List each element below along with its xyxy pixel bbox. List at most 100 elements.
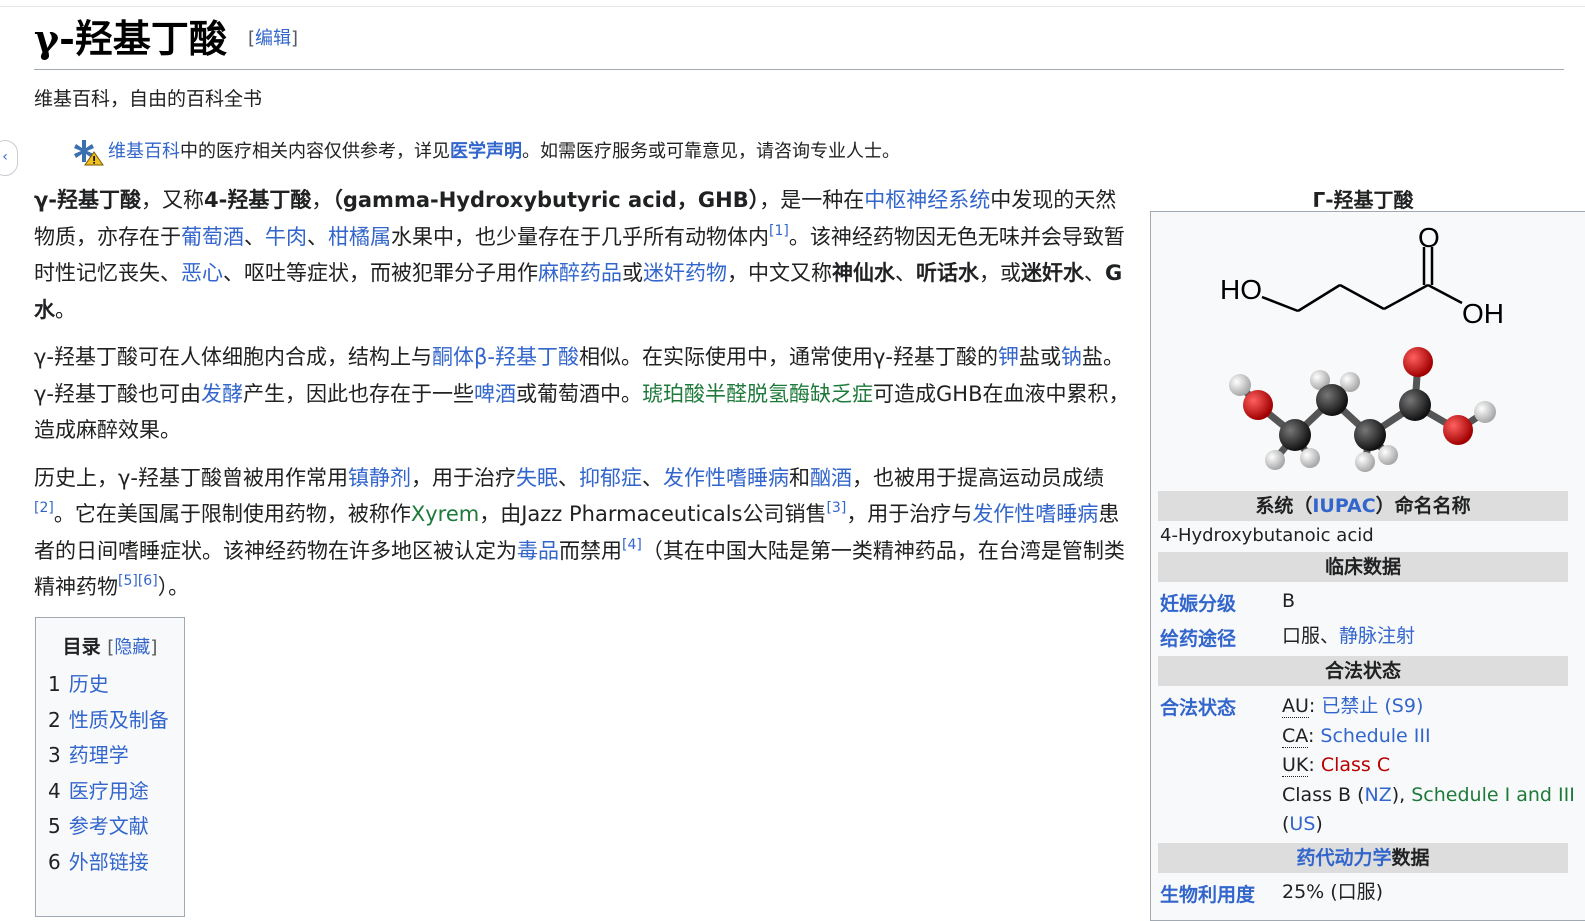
xyrem-link[interactable]: Xyrem xyxy=(411,502,479,526)
us-schedule-link[interactable]: Schedule I and III xyxy=(1411,784,1575,806)
narcolepsy-link-2[interactable]: 发作性嗜睡病 xyxy=(972,502,1098,526)
bioavailability-value: 25% (口服) xyxy=(1282,881,1384,903)
narcolepsy-link[interactable]: 发作性嗜睡病 xyxy=(663,466,789,490)
article-body: γ-羟基丁酸，又称4-羟基丁酸，（gamma-Hydroxybutyric ac… xyxy=(34,182,1134,617)
header-text: 系统（ xyxy=(1255,495,1313,517)
term-bold: 迷奸水 xyxy=(1021,261,1084,285)
ref-1[interactable]: [1] xyxy=(769,223,789,239)
depression-link[interactable]: 抑郁症 xyxy=(579,466,642,490)
text: 、 xyxy=(307,224,328,249)
table-of-contents: 目录 [隐藏] 1 历史 2 性质及制备 3 药理学 4 医疗用途 5 参考文献 6 外部链… xyxy=(35,617,185,917)
beer-link[interactable]: 啤酒 xyxy=(474,382,516,406)
ref-6[interactable]: [6] xyxy=(138,573,158,589)
edit-link[interactable]: 编辑 xyxy=(255,28,291,49)
toc-item-references[interactable]: 参考文献 xyxy=(69,814,149,838)
ball-and-stick-model-image[interactable] xyxy=(1220,340,1510,480)
text: γ-羟基丁酸可在人体细胞内合成，结构上与 xyxy=(34,345,433,369)
nz-link[interactable]: NZ xyxy=(1365,784,1392,806)
text: 、 xyxy=(244,224,265,249)
text: ，用于治疗与 xyxy=(846,502,973,526)
us-link[interactable]: US xyxy=(1289,813,1315,835)
nausea-link[interactable]: 恶心 xyxy=(181,261,223,285)
potassium-link[interactable]: 钾 xyxy=(998,345,1019,369)
text: 、 xyxy=(558,465,580,490)
us-text: ) xyxy=(1315,813,1323,835)
clinical-data-header: 临床数据 xyxy=(1158,552,1568,582)
sidebar-toggle-icon[interactable]: ‹ xyxy=(0,140,18,176)
ho-label: HO xyxy=(1220,274,1262,305)
toc-item-medical-use[interactable]: 医疗用途 xyxy=(69,779,149,803)
ref-5[interactable]: [5] xyxy=(118,573,138,589)
oh-label: OH xyxy=(1462,298,1504,329)
cns-link[interactable]: 中枢神经系统 xyxy=(864,188,990,212)
term-bold: γ-羟基丁酸 xyxy=(34,188,142,212)
sedative-link[interactable]: 镇静剂 xyxy=(348,466,411,490)
text: 、呕吐等症状，而被犯罪分子用作 xyxy=(223,261,538,285)
legal-status-header: 合法状态 xyxy=(1158,656,1568,686)
intravenous-link[interactable]: 静脉注射 xyxy=(1339,625,1415,647)
pregnancy-category-link[interactable]: 妊娠分级 xyxy=(1160,589,1236,616)
au-abbr: AU xyxy=(1282,695,1309,718)
paragraph-2: γ-羟基丁酸可在人体细胞内合成，结构上与酮体β-羟基丁酸相似。在实际使用中，通常… xyxy=(34,339,1134,449)
toc-toggle: [隐藏] xyxy=(107,637,157,658)
legal-au: AU: 已禁止 (S9) xyxy=(1282,695,1424,718)
date-rape-drug-link[interactable]: 迷奸药物 xyxy=(643,261,727,285)
toc-item-pharmacology[interactable]: 药理学 xyxy=(69,743,129,767)
bioavailability-link[interactable]: 生物利用度 xyxy=(1160,880,1255,907)
route-of-administration-link[interactable]: 给药途径 xyxy=(1160,624,1236,651)
ref-3[interactable]: [3] xyxy=(826,500,846,516)
medical-notice: 维基百科 中的医疗相关内容仅供参考，详见 医学声明 。如需医疗服务或可靠意见，请… xyxy=(72,138,900,166)
wikipedia-link[interactable]: 维基百科 xyxy=(108,138,180,166)
insomnia-link[interactable]: 失眠 xyxy=(516,466,558,490)
toc-item[interactable]: 6 外部链接 xyxy=(48,845,172,881)
au-status-link[interactable]: 已禁止 (S9) xyxy=(1321,695,1423,717)
text: ，中文又称 xyxy=(727,261,832,285)
toc-number: 3 xyxy=(48,743,61,767)
beef-link[interactable]: 牛肉 xyxy=(265,225,307,249)
text: ， xyxy=(311,188,333,212)
text: 或 xyxy=(622,261,643,285)
anesthetic-link[interactable]: 麻醉药品 xyxy=(538,261,622,285)
browser-top-edge xyxy=(0,0,1585,7)
term-bold: 神仙水 xyxy=(832,261,895,285)
toc-item[interactable]: 5 参考文献 xyxy=(48,809,172,845)
toc-item[interactable]: 2 性质及制备 xyxy=(48,703,172,739)
wine-link[interactable]: 葡萄酒 xyxy=(181,225,244,249)
ca-status-link[interactable]: Schedule III xyxy=(1320,725,1430,747)
paragraph-3: 历史上，γ-羟基丁酸曾被用作常用镇静剂，用于治疗失眠、抑郁症、发作性嗜睡病和酗酒… xyxy=(34,460,1134,606)
legal-status-link[interactable]: 合法状态 xyxy=(1160,693,1236,720)
citrus-link[interactable]: 柑橘属 xyxy=(328,225,391,249)
toc-item-properties[interactable]: 性质及制备 xyxy=(69,708,169,732)
structural-formula-image[interactable]: HO O OH xyxy=(1200,215,1520,330)
ketone-body-link[interactable]: 酮体β-羟基丁酸 xyxy=(432,345,579,369)
ref-4[interactable]: [4] xyxy=(622,537,642,553)
toc-hide-link[interactable]: 隐藏 xyxy=(114,637,150,658)
ref-2[interactable]: [2] xyxy=(34,500,54,516)
toc-item[interactable]: 4 医疗用途 xyxy=(48,774,172,810)
text: ，是一种在 xyxy=(759,188,865,212)
pharmacokinetics-link[interactable]: 药代动力学 xyxy=(1296,847,1391,869)
pharmacokinetics-header: 药代动力学数据 xyxy=(1158,843,1568,873)
toc-item[interactable]: 3 药理学 xyxy=(48,738,172,774)
ssadh-deficiency-link[interactable]: 琥珀酸半醛脱氢酶缺乏症 xyxy=(642,382,873,406)
fermentation-link[interactable]: 发酵 xyxy=(201,382,243,406)
toc-number: 6 xyxy=(48,849,61,874)
text: 水果中，也少量存在于几乎所有动物体内 xyxy=(391,224,769,249)
iupac-link[interactable]: IUPAC xyxy=(1312,495,1375,517)
drug-link[interactable]: 毒品 xyxy=(517,539,559,563)
text: 产生，因此也存在于一些 xyxy=(243,381,475,406)
alcoholism-link[interactable]: 酗酒 xyxy=(810,466,852,490)
toc-item-history[interactable]: 历史 xyxy=(69,672,109,696)
nz-text: ), xyxy=(1391,784,1412,806)
toc-item[interactable]: 1 历史 xyxy=(48,667,172,703)
toc-title: 目录 xyxy=(62,636,101,658)
toc-item-external-links[interactable]: 外部链接 xyxy=(69,850,149,874)
toc-header: 目录 [隐藏] xyxy=(48,632,172,659)
legal-nz-us: Class B (NZ), Schedule I and III xyxy=(1282,780,1575,810)
medical-disclaimer-link[interactable]: 医学声明 xyxy=(450,138,522,166)
sodium-link[interactable]: 钠 xyxy=(1061,345,1082,369)
text: 和 xyxy=(789,465,811,490)
toc-number: 2 xyxy=(48,707,61,732)
uk-status-link[interactable]: Class C xyxy=(1321,754,1390,776)
uk-abbr: UK xyxy=(1282,754,1309,777)
